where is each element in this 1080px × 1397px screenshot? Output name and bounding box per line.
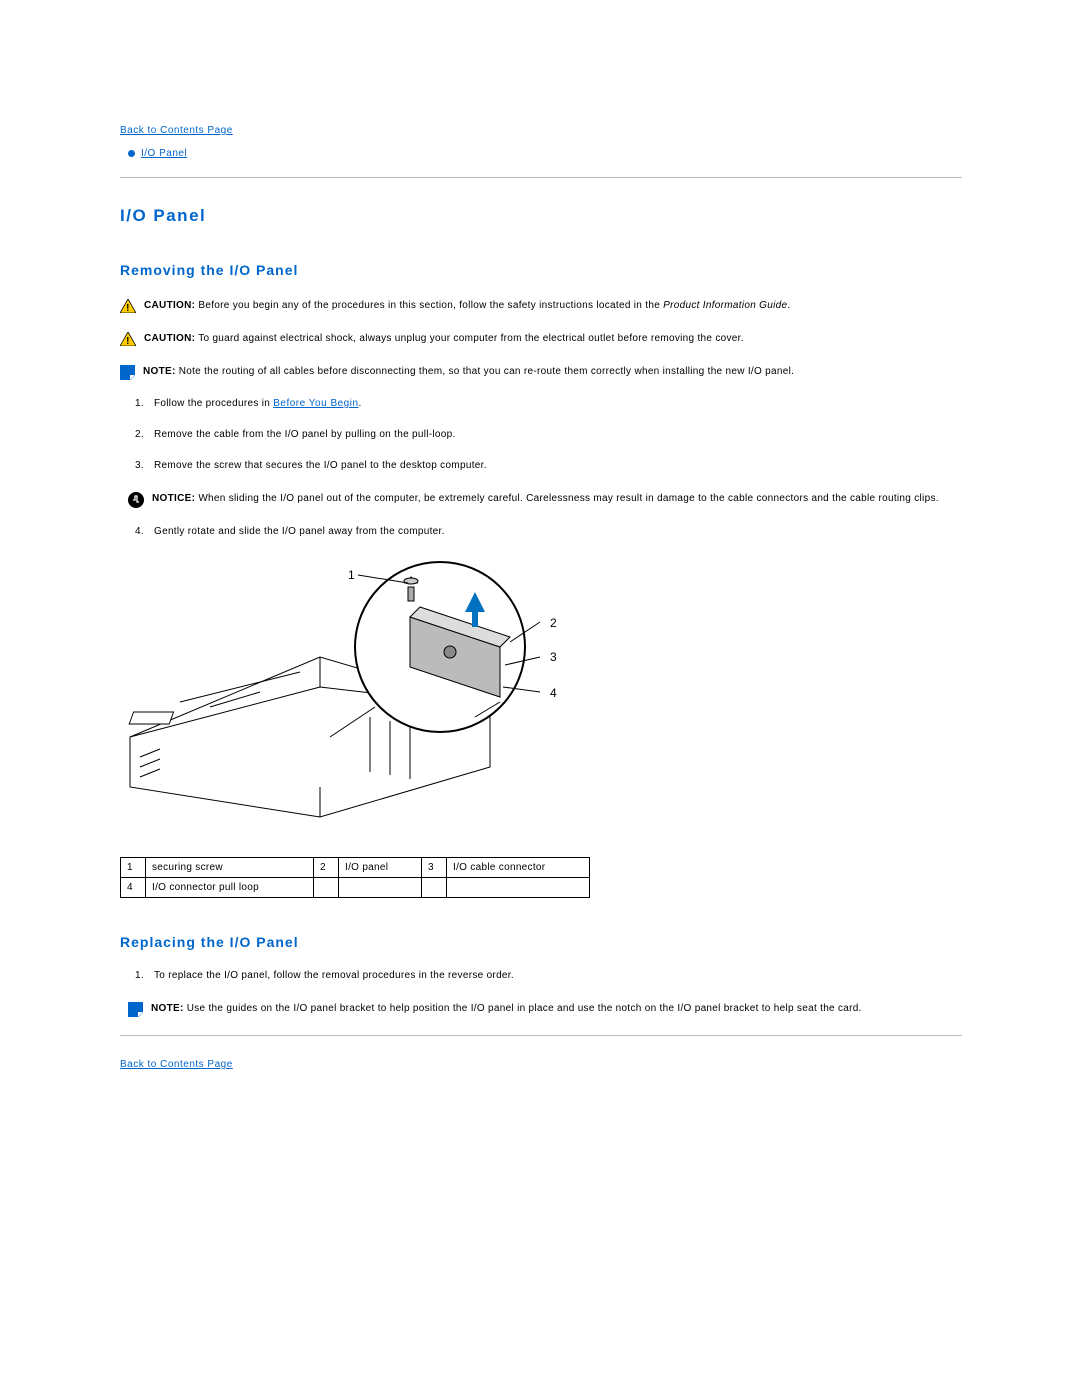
note-label: NOTE:	[151, 1003, 184, 1014]
notice-circle-icon	[128, 492, 144, 508]
cell-empty	[314, 878, 339, 898]
toc-item[interactable]: I/O Panel	[128, 148, 962, 159]
cell-empty	[447, 878, 590, 898]
note-row: NOTE: Use the guides on the I/O panel br…	[128, 1001, 962, 1017]
step-number: 4.	[130, 526, 144, 537]
callout-4: 4	[550, 686, 557, 700]
step-text-suffix: .	[359, 398, 362, 409]
caution-row: ! CAUTION: To guard against electrical s…	[120, 331, 962, 346]
note-text: Use the guides on the I/O panel bracket …	[187, 1003, 862, 1014]
cell-num: 4	[121, 878, 146, 898]
divider	[120, 1035, 962, 1036]
list-item: 1. To replace the I/O panel, follow the …	[120, 970, 962, 981]
parts-table: 1 securing screw 2 I/O panel 3 I/O cable…	[120, 857, 590, 898]
list-item: 3. Remove the screw that secures the I/O…	[120, 460, 962, 471]
cell-empty	[422, 878, 447, 898]
note-row: NOTE: Note the routing of all cables bef…	[120, 364, 962, 380]
cell-empty	[339, 878, 422, 898]
page-title: I/O Panel	[120, 206, 962, 226]
step-number: 2.	[130, 429, 144, 440]
step-text: Gently rotate and slide the I/O panel aw…	[154, 526, 445, 537]
replace-steps: 1. To replace the I/O panel, follow the …	[120, 970, 962, 981]
back-to-contents-link[interactable]: Back to Contents Page	[120, 125, 233, 136]
callout-2: 2	[550, 616, 557, 630]
divider	[120, 177, 962, 178]
step-text: Remove the cable from the I/O panel by p…	[154, 429, 456, 440]
step-text: Follow the procedures in	[154, 398, 273, 409]
caution-triangle-icon: !	[120, 332, 136, 346]
svg-text:!: !	[126, 303, 130, 313]
toc-io-panel-link[interactable]: I/O Panel	[141, 148, 187, 159]
caution-text: To guard against electrical shock, alway…	[198, 333, 744, 344]
callout-1: 1	[348, 568, 355, 582]
back-to-contents-link-bottom[interactable]: Back to Contents Page	[120, 1059, 233, 1070]
list-item: 1. Follow the procedures in Before You B…	[120, 398, 962, 409]
step-number: 3.	[130, 460, 144, 471]
step-text: Remove the screw that secures the I/O pa…	[154, 460, 487, 471]
caution-text: Before you begin any of the procedures i…	[198, 300, 663, 311]
cell-num: 3	[422, 858, 447, 878]
list-item: 2. Remove the cable from the I/O panel b…	[120, 429, 962, 440]
table-row: 4 I/O connector pull loop	[121, 878, 590, 898]
before-you-begin-link[interactable]: Before You Begin	[273, 398, 358, 409]
removal-steps-cont: 4. Gently rotate and slide the I/O panel…	[120, 526, 962, 537]
cell-label: I/O panel	[339, 858, 422, 878]
diagram: 1 2 3 4	[120, 557, 962, 837]
cell-label: I/O connector pull loop	[146, 878, 314, 898]
caution-label: CAUTION:	[144, 300, 195, 311]
caution-triangle-icon: !	[120, 299, 136, 313]
note-text: Note the routing of all cables before di…	[179, 366, 794, 377]
svg-text:!: !	[126, 336, 130, 346]
note-icon	[120, 365, 135, 380]
table-row: 1 securing screw 2 I/O panel 3 I/O cable…	[121, 858, 590, 878]
caution-after: .	[787, 300, 790, 311]
removal-steps: 1. Follow the procedures in Before You B…	[120, 398, 962, 471]
caution-label: CAUTION:	[144, 333, 195, 344]
step-text: To replace the I/O panel, follow the rem…	[154, 970, 514, 981]
section-heading-removing: Removing the I/O Panel	[120, 262, 962, 278]
section-heading-replacing: Replacing the I/O Panel	[120, 934, 962, 950]
caution-row: ! CAUTION: Before you begin any of the p…	[120, 298, 962, 313]
cell-num: 1	[121, 858, 146, 878]
step-number: 1.	[130, 398, 144, 409]
cell-label: I/O cable connector	[447, 858, 590, 878]
notice-label: NOTICE:	[152, 493, 195, 504]
caution-emph: Product Information Guide	[663, 300, 787, 311]
list-item: 4. Gently rotate and slide the I/O panel…	[120, 526, 962, 537]
notice-text: When sliding the I/O panel out of the co…	[198, 493, 939, 504]
bullet-icon	[128, 150, 135, 157]
callout-3: 3	[550, 650, 557, 664]
notice-row: NOTICE: When sliding the I/O panel out o…	[128, 491, 962, 508]
note-icon	[128, 1002, 143, 1017]
cell-label: securing screw	[146, 858, 314, 878]
cell-num: 2	[314, 858, 339, 878]
step-number: 1.	[130, 970, 144, 981]
note-label: NOTE:	[143, 366, 176, 377]
